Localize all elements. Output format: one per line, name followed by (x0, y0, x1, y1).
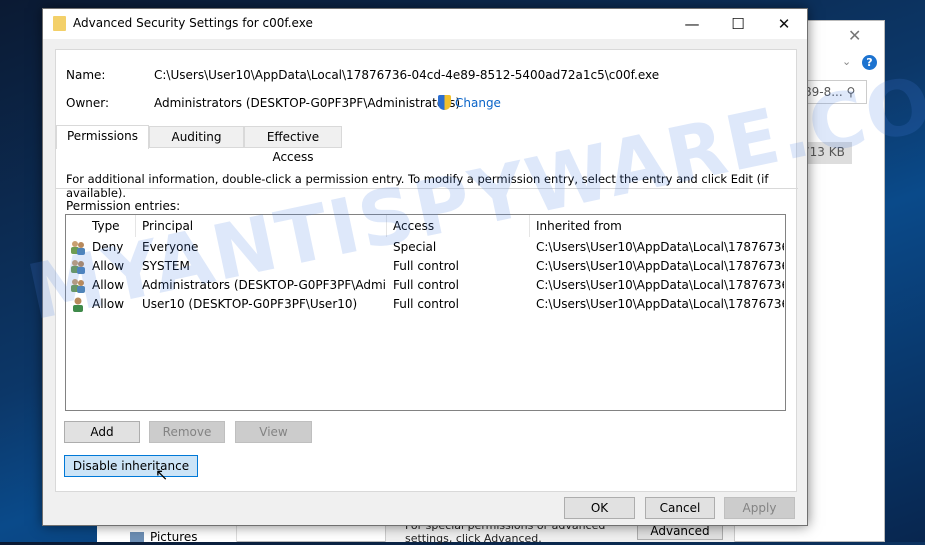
add-button[interactable]: Add (64, 421, 140, 443)
remove-button[interactable]: Remove (149, 421, 225, 443)
chevron-down-icon[interactable]: ⌄ (842, 55, 851, 68)
apply-button[interactable]: Apply (724, 497, 795, 519)
permission-entry-row[interactable]: Allow Administrators (DESKTOP-G0PF3PF\Ad… (66, 276, 785, 295)
name-label: Name: (66, 68, 106, 82)
owner-value: Administrators (DESKTOP-G0PF3PF\Administ… (154, 96, 461, 110)
search-icon: ⚲ (846, 85, 856, 99)
entry-type: Allow (92, 259, 125, 273)
entry-inherited-from: C:\Users\User10\AppData\Local\17876736-0… (536, 278, 784, 292)
maximize-button[interactable]: ☐ (715, 9, 761, 39)
tab-permissions[interactable]: Permissions (56, 125, 149, 149)
advanced-security-dialog: Advanced Security Settings for c00f.exe … (42, 8, 808, 526)
column-inherited-from[interactable]: Inherited from (530, 215, 785, 237)
group-icon (70, 259, 86, 274)
cancel-button[interactable]: Cancel (645, 497, 715, 519)
column-access[interactable]: Access (387, 215, 530, 237)
background-search-box[interactable]: 89-8... ⚲ (800, 80, 867, 104)
tab-auditing[interactable]: Auditing (149, 126, 244, 148)
entry-inherited-from: C:\Users\User10\AppData\Local\17876736-0… (536, 240, 784, 254)
entry-principal: User10 (DESKTOP-G0PF3PF\User10) (142, 297, 358, 311)
title-bar: Advanced Security Settings for c00f.exe … (43, 9, 807, 39)
column-type[interactable]: Type (86, 215, 136, 237)
entry-access: Full control (393, 297, 459, 311)
view-button[interactable]: View (235, 421, 312, 443)
entry-principal: SYSTEM (142, 259, 190, 273)
name-value: C:\Users\User10\AppData\Local\17876736-0… (154, 68, 660, 82)
pictures-icon (130, 532, 144, 542)
mouse-cursor-icon: ↖ (155, 465, 169, 484)
entry-inherited-from: C:\Users\User10\AppData\Local\17876736-0… (536, 297, 784, 311)
entry-type: Allow (92, 297, 125, 311)
group-icon (70, 240, 86, 255)
search-text: 89-8... (804, 85, 843, 99)
entry-inherited-from: C:\Users\User10\AppData\Local\17876736-0… (536, 259, 784, 273)
permission-entry-row[interactable]: Allow User10 (DESKTOP-G0PF3PF\User10) Fu… (66, 295, 785, 314)
permission-entry-row[interactable]: Allow SYSTEM Full control C:\Users\User1… (66, 257, 785, 276)
group-icon (70, 278, 86, 293)
entries-label: Permission entries: (66, 199, 181, 213)
help-icon[interactable]: ? (862, 55, 877, 70)
minimize-button[interactable]: — (669, 9, 715, 39)
column-principal[interactable]: Principal (136, 215, 387, 237)
disable-inheritance-button[interactable]: Disable inheritance (64, 455, 198, 477)
user-icon (70, 297, 86, 312)
owner-label: Owner: (66, 96, 110, 110)
entry-access: Full control (393, 259, 459, 273)
close-button[interactable]: ✕ (761, 9, 807, 39)
entry-type: Allow (92, 278, 125, 292)
entry-principal: Everyone (142, 240, 199, 254)
uac-shield-icon (438, 95, 451, 110)
entry-principal: Administrators (DESKTOP-G0PF3PF\Admini..… (142, 278, 387, 292)
entry-access: Special (393, 240, 437, 254)
info-text: For additional information, double-click… (66, 172, 769, 200)
entry-access: Full control (393, 278, 459, 292)
change-owner-link[interactable]: Change (455, 96, 501, 110)
dialog-title: Advanced Security Settings for c00f.exe (73, 16, 313, 30)
folder-icon (53, 16, 66, 31)
permission-entries-list[interactable]: Type Principal Access Inherited from Den… (65, 214, 786, 411)
entry-type: Deny (92, 240, 124, 254)
tab-effective-access[interactable]: Effective Access (244, 126, 342, 164)
permission-entry-row[interactable]: Deny Everyone Special C:\Users\User10\Ap… (66, 238, 785, 257)
ok-button[interactable]: OK (564, 497, 635, 519)
background-close-icon[interactable]: ✕ (848, 26, 861, 45)
